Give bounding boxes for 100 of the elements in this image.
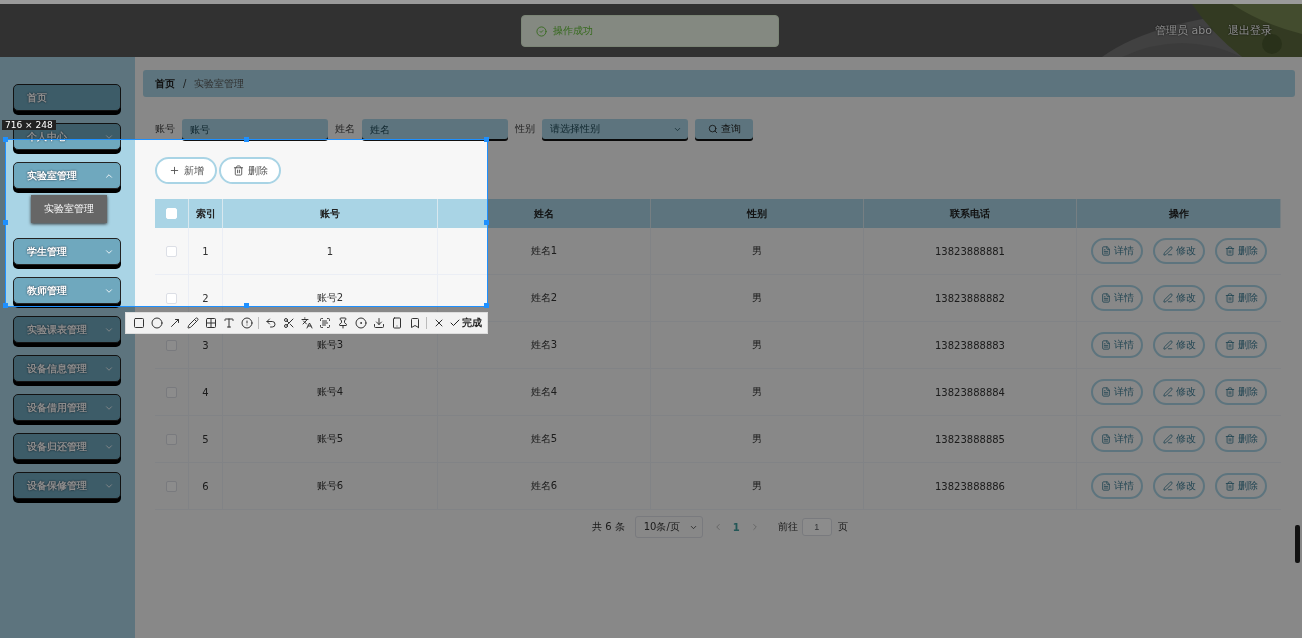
- resize-handle[interactable]: [484, 220, 489, 225]
- delete-button[interactable]: 删除: [1215, 426, 1267, 452]
- detail-button[interactable]: 详情: [1091, 473, 1143, 499]
- bookmark-icon[interactable]: [408, 317, 421, 329]
- undo-icon[interactable]: [264, 317, 277, 329]
- delete-button[interactable]: 删除: [1215, 379, 1267, 405]
- gender-select[interactable]: 请选择性别: [542, 119, 688, 139]
- goto-label: 前往: [777, 520, 798, 534]
- resize-handle[interactable]: [3, 303, 8, 308]
- number-marker-icon[interactable]: [240, 317, 253, 329]
- edit-button[interactable]: 修改: [1153, 285, 1205, 311]
- column-header: 姓名: [438, 199, 651, 228]
- table-cell: 13823888885: [864, 416, 1077, 463]
- resize-handle[interactable]: [484, 137, 489, 142]
- search-button[interactable]: 查询: [695, 119, 753, 139]
- trash-icon: [1224, 481, 1235, 491]
- edit-button[interactable]: 修改: [1153, 332, 1205, 358]
- add-button[interactable]: 新增: [155, 157, 217, 184]
- resize-handle[interactable]: [3, 137, 8, 142]
- delete-button[interactable]: 删除: [1215, 238, 1267, 264]
- text-icon[interactable]: [222, 317, 235, 329]
- resize-handle[interactable]: [484, 303, 489, 308]
- detail-button[interactable]: 详情: [1091, 379, 1143, 405]
- page-size-select[interactable]: 10条/页: [634, 516, 703, 538]
- arrow-icon[interactable]: [168, 317, 181, 329]
- plus-icon: [168, 165, 180, 176]
- download-icon[interactable]: [372, 317, 385, 329]
- column-header: 联系电话: [864, 199, 1077, 228]
- page-suffix: 页: [837, 520, 848, 534]
- edit-button[interactable]: 修改: [1153, 473, 1205, 499]
- field-label: 性别: [515, 122, 535, 136]
- table-cell: 姓名4: [438, 369, 651, 416]
- edit-button[interactable]: 修改: [1153, 379, 1205, 405]
- select-all-checkbox[interactable]: [166, 208, 177, 219]
- table-cell: 5: [189, 416, 223, 463]
- trash-icon: [1224, 246, 1235, 256]
- scan-text-icon[interactable]: [318, 317, 331, 329]
- column-header: 性别: [651, 199, 864, 228]
- document-icon: [1100, 434, 1111, 444]
- resize-handle[interactable]: [243, 303, 249, 308]
- row-checkbox[interactable]: [166, 245, 177, 257]
- table-cell: 4: [189, 369, 223, 416]
- pen-icon: [1162, 481, 1173, 491]
- breadcrumb-link[interactable]: 首页: [155, 76, 175, 91]
- trash-icon: [1224, 340, 1235, 350]
- delete-button[interactable]: 删除: [219, 157, 281, 184]
- toast-message: 操作成功: [553, 24, 593, 38]
- document-icon: [1100, 340, 1111, 350]
- translate-icon[interactable]: [300, 317, 313, 329]
- page-number[interactable]: 1: [732, 521, 740, 533]
- rectangle-icon[interactable]: [132, 317, 145, 329]
- resize-handle[interactable]: [243, 137, 249, 142]
- pencil-icon[interactable]: [186, 317, 199, 329]
- detail-button[interactable]: 详情: [1091, 332, 1143, 358]
- delete-button[interactable]: 删除: [1215, 473, 1267, 499]
- logout-link[interactable]: 退出登录: [1228, 23, 1272, 38]
- document-icon: [1100, 481, 1111, 491]
- check-circle-icon: [536, 25, 547, 37]
- search-icon: [707, 124, 718, 134]
- total-count: 共 6 条: [592, 520, 625, 534]
- phone-icon[interactable]: [390, 317, 403, 329]
- row-checkbox[interactable]: [166, 292, 177, 304]
- table-cell: 男: [651, 416, 864, 463]
- table-cell: 13823888883: [864, 322, 1077, 369]
- resize-handle[interactable]: [3, 220, 8, 225]
- search-field[interactable]: 账号: [182, 119, 328, 139]
- detail-button[interactable]: 详情: [1091, 238, 1143, 264]
- pin-icon[interactable]: [336, 317, 349, 329]
- column-header: 索引: [189, 199, 223, 228]
- table-cell: 男: [651, 322, 864, 369]
- document-icon: [1100, 293, 1111, 303]
- search-field[interactable]: 姓名: [362, 119, 508, 139]
- scissors-icon[interactable]: [282, 317, 295, 329]
- edit-button[interactable]: 修改: [1153, 426, 1205, 452]
- breadcrumb-link[interactable]: 实验室管理: [194, 76, 245, 91]
- ellipse-icon[interactable]: [150, 317, 163, 329]
- scrollbar-thumb[interactable]: [1295, 525, 1300, 563]
- field-label: 姓名: [335, 122, 355, 136]
- table-cell: 1: [223, 228, 438, 275]
- mosaic-icon[interactable]: [204, 317, 217, 329]
- record-icon[interactable]: [354, 317, 367, 329]
- table-cell: 姓名1: [438, 228, 651, 275]
- trash-icon: [232, 165, 244, 176]
- table-cell: 账号6: [223, 463, 438, 510]
- table-cell: 男: [651, 369, 864, 416]
- table-cell: 男: [651, 275, 864, 322]
- detail-button[interactable]: 详情: [1091, 426, 1143, 452]
- table-cell: 姓名6: [438, 463, 651, 510]
- table-cell: 13823888882: [864, 275, 1077, 322]
- pen-icon: [1162, 340, 1173, 350]
- submenu-item[interactable]: 实验室管理: [31, 195, 107, 223]
- edit-button[interactable]: 修改: [1153, 238, 1205, 264]
- document-icon: [1100, 246, 1111, 256]
- detail-button[interactable]: 详情: [1091, 285, 1143, 311]
- delete-button[interactable]: 删除: [1215, 285, 1267, 311]
- table-cell: 13823888884: [864, 369, 1077, 416]
- table-cell: 6: [189, 463, 223, 510]
- trash-icon: [1224, 387, 1235, 397]
- delete-button[interactable]: 删除: [1215, 332, 1267, 358]
- page-jump-field[interactable]: 1: [801, 518, 832, 536]
